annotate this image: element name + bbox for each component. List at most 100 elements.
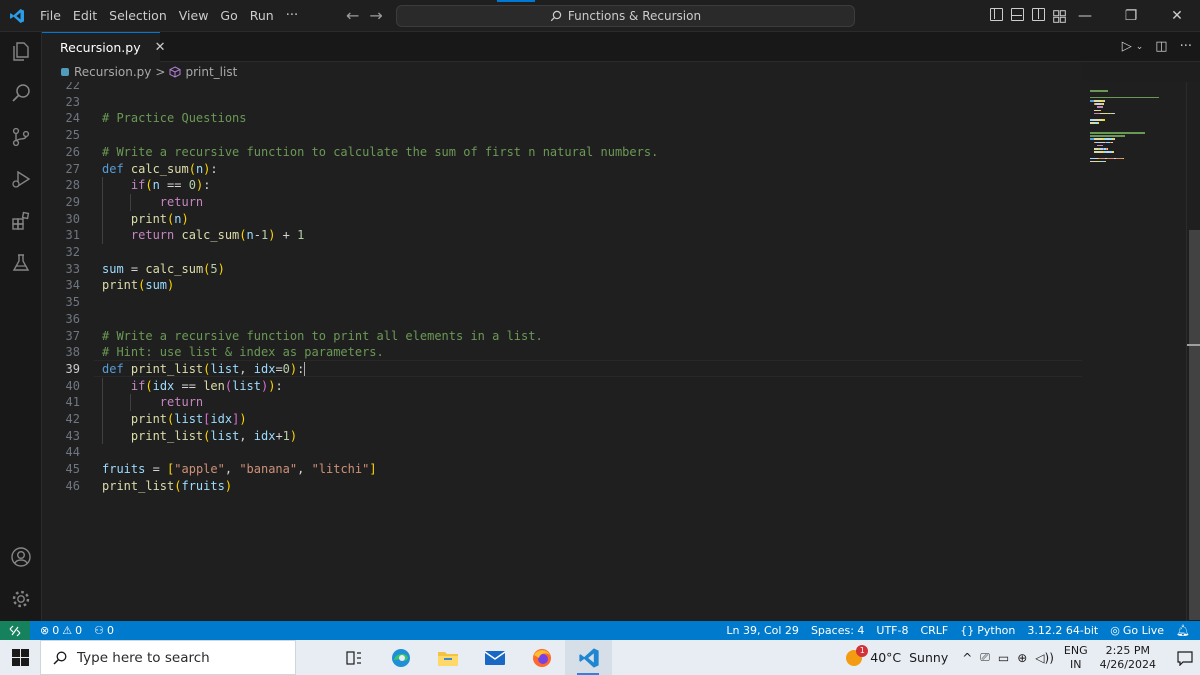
notifications-bell-icon[interactable]: 🔔︎ <box>1170 624 1196 637</box>
vertical-scrollbar[interactable] <box>1186 82 1200 621</box>
run-python-file-icon[interactable]: ▷ <box>1122 39 1132 54</box>
code-line[interactable]: 43 print_list(list, idx+1) <box>42 428 1082 445</box>
problems-indicator[interactable]: ⊗ 0 ⚠ 0 <box>34 624 88 637</box>
restore-icon[interactable]: ❐ <box>1108 0 1154 32</box>
code-line[interactable]: 37 # Write a recursive function to print … <box>42 328 1082 345</box>
tray-icons: ^ ⎚ ▭ ⊕ ◁)) <box>962 650 1054 665</box>
ports-indicator[interactable]: ⚇ 0 <box>88 624 120 637</box>
code-line[interactable]: 27 def calc_sum(n): <box>42 161 1082 178</box>
volume-icon[interactable]: ◁)) <box>1035 651 1054 665</box>
code-line[interactable]: 30 print(n) <box>42 211 1082 228</box>
code-token: "litchi" <box>311 462 370 477</box>
tab-recursion-py[interactable]: Recursion.py ✕ <box>42 32 166 62</box>
menu-item-file[interactable]: File <box>34 0 67 32</box>
code-line[interactable]: 25 <box>42 127 1082 144</box>
chevron-down-icon[interactable]: ⌄ <box>1136 42 1144 52</box>
breadcrumb-symbol[interactable]: print_list <box>185 65 237 79</box>
search-view-icon[interactable] <box>8 80 34 106</box>
code-line[interactable]: 34 print(sum) <box>42 277 1082 294</box>
code-token: , <box>239 361 254 376</box>
manage-gear-icon[interactable] <box>8 586 34 612</box>
code-line[interactable]: 28 if(n == 0): <box>42 177 1082 194</box>
code-line[interactable]: 22 <box>42 82 1082 94</box>
code-line[interactable]: 39 def print_list(list, idx=0): <box>42 361 1082 378</box>
file-explorer-icon[interactable] <box>424 640 471 675</box>
run-debug-icon[interactable] <box>8 166 34 192</box>
clock[interactable]: 2:25 PM 4/26/2024 <box>1100 644 1156 672</box>
line-number: 28 <box>65 178 80 193</box>
notification-center-icon[interactable] <box>1170 650 1200 666</box>
weather-widget[interactable]: 1 40°C Sunny <box>844 644 948 668</box>
code-token: print_list <box>130 428 204 443</box>
vscode-taskbar-icon[interactable] <box>565 640 612 675</box>
onedrive-icon[interactable]: ⎚ <box>980 650 990 665</box>
menu-item-go[interactable]: Go <box>214 0 243 32</box>
menu-item-run[interactable]: Run <box>244 0 280 32</box>
close-icon[interactable]: ✕ <box>155 40 166 55</box>
code-line[interactable]: 46 print_list(fruits) <box>42 478 1082 495</box>
explorer-icon[interactable] <box>8 38 34 64</box>
toggle-panel-icon[interactable] <box>1011 8 1024 21</box>
code-line[interactable]: 24 # Practice Questions <box>42 110 1082 127</box>
windows-start-icon[interactable] <box>0 640 40 675</box>
mail-icon[interactable] <box>471 640 518 675</box>
menu-overflow-icon[interactable]: ··· <box>280 8 304 23</box>
forward-arrow-icon[interactable]: → <box>369 6 382 25</box>
code-line[interactable]: 40 if(idx == len(list)): <box>42 378 1082 395</box>
menu-item-edit[interactable]: Edit <box>67 0 103 32</box>
extensions-icon[interactable] <box>8 208 34 234</box>
code-line[interactable]: 23 <box>42 94 1082 111</box>
code-editor[interactable]: 22 23 24 # Practice Questions 25 26 # Write a … <box>42 82 1082 621</box>
code-line[interactable]: 35 <box>42 294 1082 311</box>
python-interpreter[interactable]: 3.12.2 64-bit <box>1021 624 1104 637</box>
remote-indicator-icon[interactable] <box>0 621 30 640</box>
code-line[interactable]: 32 <box>42 244 1082 261</box>
battery-icon[interactable]: ▭ <box>998 651 1009 665</box>
line-number: 35 <box>65 295 80 310</box>
code-line[interactable]: 41 return <box>42 394 1082 411</box>
task-view-icon[interactable] <box>330 640 377 675</box>
toggle-primary-sidebar-icon[interactable] <box>990 8 1003 21</box>
minimize-icon[interactable]: — <box>1062 0 1108 32</box>
encoding[interactable]: UTF-8 <box>870 624 914 637</box>
code-line[interactable]: 44 <box>42 444 1082 461</box>
testing-icon[interactable] <box>8 250 34 276</box>
back-arrow-icon[interactable]: ← <box>346 6 359 25</box>
language-mode[interactable]: {} Python <box>954 624 1021 637</box>
split-editor-icon[interactable]: ◫ <box>1155 39 1167 54</box>
chevron-up-icon[interactable]: ^ <box>962 651 972 665</box>
code-line[interactable]: 45 fruits = ["apple", "banana", "litchi"] <box>42 461 1082 478</box>
code-text: def calc_sum(n): <box>102 161 218 178</box>
more-actions-icon[interactable]: ··· <box>1180 39 1192 54</box>
minimap-token <box>1111 141 1113 144</box>
code-line[interactable]: 33 sum = calc_sum(5) <box>42 261 1082 278</box>
menu-item-selection[interactable]: Selection <box>103 0 173 32</box>
breadcrumb-file[interactable]: Recursion.py <box>74 65 151 79</box>
code-line[interactable]: 26 # Write a recursive function to calcul… <box>42 144 1082 161</box>
firefox-icon[interactable] <box>518 640 565 675</box>
code-line[interactable]: 38 # Hint: use list & index as parameters… <box>42 344 1082 361</box>
code-line[interactable]: 36 <box>42 311 1082 328</box>
accounts-icon[interactable] <box>8 544 34 570</box>
end-of-line[interactable]: CRLF <box>914 624 954 637</box>
code-line[interactable]: 29 return <box>42 194 1082 211</box>
menu-item-view[interactable]: View <box>173 0 215 32</box>
warning-icon: ⚠ <box>62 624 73 637</box>
minimap[interactable] <box>1082 82 1186 621</box>
taskbar-search[interactable]: Type here to search <box>40 640 296 675</box>
edge-browser-icon[interactable] <box>377 640 424 675</box>
code-line[interactable]: 31 return calc_sum(n-1) + 1 <box>42 227 1082 244</box>
go-live-button[interactable]: ◎ Go Live <box>1104 624 1170 637</box>
command-center[interactable]: Functions & Recursion <box>396 5 855 27</box>
input-language[interactable]: ENG IN <box>1064 644 1088 672</box>
source-control-icon[interactable] <box>8 124 34 150</box>
network-icon[interactable]: ⊕ <box>1017 651 1027 665</box>
code-token: ) <box>181 211 189 226</box>
toggle-secondary-sidebar-icon[interactable] <box>1032 8 1045 21</box>
cursor-position[interactable]: Ln 39, Col 29 <box>720 624 805 637</box>
code-line[interactable]: 42 print(list[idx]) <box>42 411 1082 428</box>
close-window-icon[interactable]: ✕ <box>1154 0 1200 32</box>
scrollbar-thumb[interactable] <box>1189 230 1200 620</box>
indentation[interactable]: Spaces: 4 <box>805 624 870 637</box>
